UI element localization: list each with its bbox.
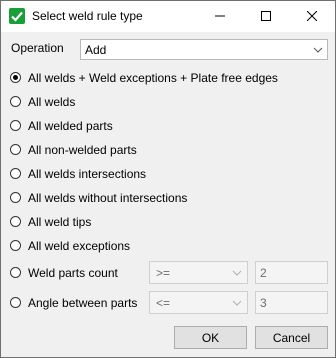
minimize-icon xyxy=(215,10,225,24)
option-label: All welds xyxy=(28,95,76,109)
count-value: 2 xyxy=(260,266,267,280)
minimize-button[interactable] xyxy=(197,1,243,32)
maximize-icon xyxy=(261,10,271,24)
weld-parts-count-input[interactable]: 2 xyxy=(255,261,328,284)
title-bar[interactable]: Select weld rule type xyxy=(1,1,335,32)
window-title: Select weld rule type xyxy=(32,9,143,23)
operation-select[interactable]: Add xyxy=(80,39,328,60)
option-label: Angle between parts xyxy=(28,296,138,310)
radio-button[interactable] xyxy=(10,72,21,83)
radio-button[interactable] xyxy=(10,120,21,131)
option-label: All welds + Weld exceptions + Plate free… xyxy=(28,71,278,85)
chevron-down-icon xyxy=(312,44,324,56)
option-label: All weld exceptions xyxy=(28,239,131,253)
cancel-button[interactable]: Cancel xyxy=(255,326,328,349)
radio-button[interactable] xyxy=(10,96,21,107)
close-button[interactable] xyxy=(289,1,335,32)
green-check-icon xyxy=(9,8,25,24)
option-label: Weld parts count xyxy=(28,266,118,280)
weld-parts-count-operator-select[interactable]: >= xyxy=(149,261,248,284)
radio-button[interactable] xyxy=(10,192,21,203)
dialog-window: Select weld rule type Operation Add All … xyxy=(0,0,336,358)
option-label: All welded parts xyxy=(28,119,113,133)
radio-button[interactable] xyxy=(10,216,21,227)
maximize-button[interactable] xyxy=(243,1,289,32)
radio-button[interactable] xyxy=(10,144,21,155)
operation-label: Operation xyxy=(11,41,64,55)
operator-value: <= xyxy=(156,296,171,310)
operation-value: Add xyxy=(85,43,107,57)
chevron-down-icon xyxy=(231,267,243,279)
option-label: All weld tips xyxy=(28,215,92,229)
chevron-down-icon xyxy=(231,297,243,309)
option-label: All welds without intersections xyxy=(28,191,188,205)
angle-value-input[interactable]: 3 xyxy=(255,291,328,314)
radio-button[interactable] xyxy=(10,168,21,179)
radio-button[interactable] xyxy=(10,267,21,278)
ok-button[interactable]: OK xyxy=(174,326,247,349)
option-label: All welds intersections xyxy=(28,167,147,181)
operator-value: >= xyxy=(156,266,171,280)
radio-button[interactable] xyxy=(10,240,21,251)
close-icon xyxy=(306,10,318,24)
angle-operator-select[interactable]: <= xyxy=(149,291,248,314)
angle-value: 3 xyxy=(260,296,267,310)
option-label: All non-welded parts xyxy=(28,143,137,157)
radio-button[interactable] xyxy=(10,297,21,308)
